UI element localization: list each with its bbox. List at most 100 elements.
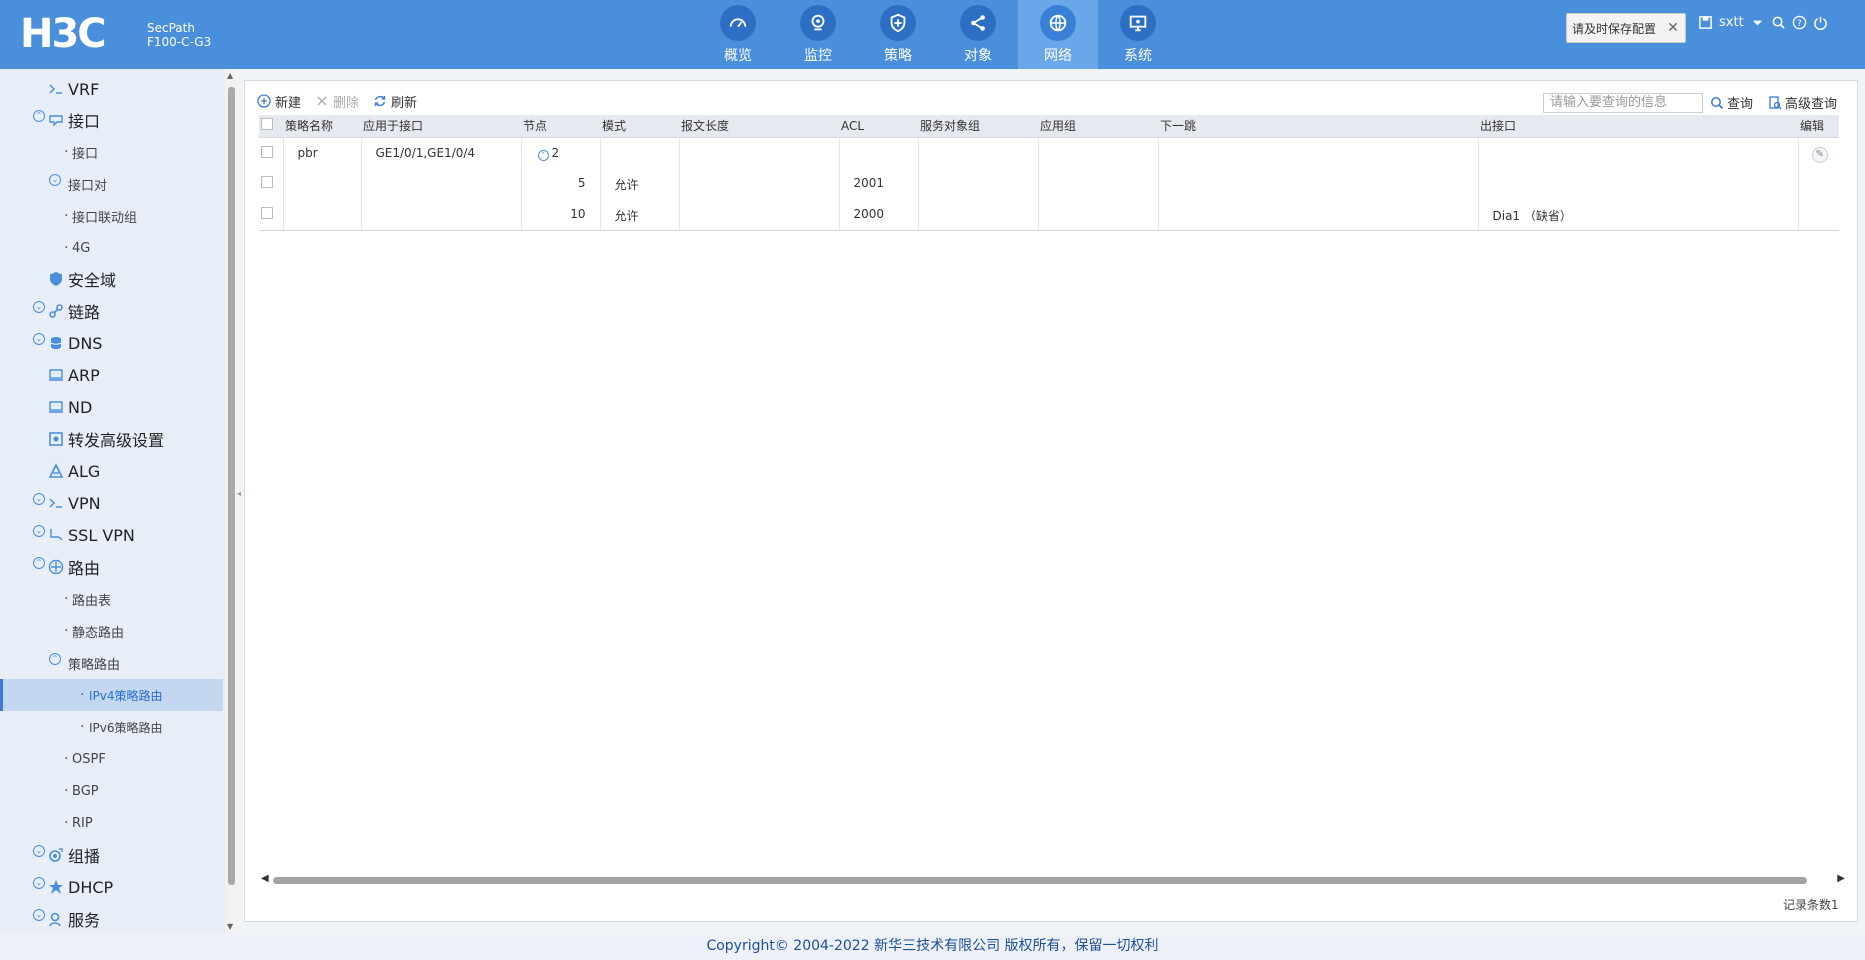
row-checkbox[interactable] — [259, 199, 284, 231]
sidebar-item-label: 安全域 — [68, 271, 117, 290]
sidebar-item-4g[interactable]: · 4G — [0, 232, 223, 264]
edit-icon[interactable]: ✎ — [1811, 146, 1828, 163]
sidebar-item-vrf[interactable]: VRF — [0, 73, 223, 105]
nav-object[interactable]: 对象 — [938, 0, 1018, 69]
sidebar-item-link[interactable]: ⌄ 链路 — [0, 295, 223, 327]
username[interactable]: sxtt — [1719, 15, 1744, 30]
save-icon[interactable] — [1698, 15, 1713, 30]
sidebar-item-interface-pair[interactable]: ⌄ 接口对 — [0, 168, 223, 200]
sidebar-item-interface-group[interactable]: · 接口联动组 — [0, 200, 223, 232]
cell-length — [679, 199, 840, 231]
row-checkbox[interactable] — [259, 137, 284, 168]
chevron-down-icon[interactable] — [1750, 15, 1765, 30]
advanced-search-button[interactable]: 高级查询 — [1768, 93, 1837, 112]
sidebar-item-ipv6-pbr[interactable]: · IPv6策略路由 — [0, 711, 223, 743]
sidebar-item-ospf[interactable]: · OSPF — [0, 743, 223, 775]
scrollbar-thumb[interactable] — [273, 877, 1807, 884]
col-mode[interactable]: 模式 — [600, 115, 679, 138]
nav-overview[interactable]: 概览 — [698, 0, 778, 69]
sidebar-item-dns[interactable]: ⌄ DNS — [0, 327, 223, 359]
select-all-checkbox[interactable] — [259, 115, 283, 138]
scroll-left-icon[interactable]: ◀ — [261, 873, 269, 884]
sidebar-item-routing[interactable]: ⌃ 路由 — [0, 551, 223, 583]
scroll-down-icon[interactable]: ▼ — [227, 922, 233, 931]
vpn-icon — [49, 498, 62, 508]
expand-icon[interactable]: ⌄ — [33, 301, 45, 313]
table-row[interactable]: pbr GE1/0/1,GE1/0/4 ⌃ 2 ✎ — [259, 137, 1839, 168]
sidebar-item-arp[interactable]: ARP — [0, 359, 223, 391]
search-button[interactable]: 查询 — [1710, 93, 1753, 112]
row-checkbox[interactable] — [259, 168, 284, 199]
collapse-icon[interactable]: ⌃ — [49, 653, 61, 665]
new-button[interactable]: 新建 — [257, 92, 301, 111]
help-icon[interactable]: ? — [1792, 15, 1807, 30]
sidebar-item-label: IPv6策略路由 — [89, 720, 163, 735]
scroll-up-icon[interactable]: ▲ — [227, 71, 233, 80]
expand-icon[interactable]: ⌄ — [33, 493, 45, 505]
sidebar-item-static-route[interactable]: · 静态路由 — [0, 615, 223, 647]
collapse-icon[interactable]: ⌃ — [33, 110, 45, 122]
expand-icon[interactable]: ⌄ — [33, 525, 45, 537]
sidebar-scrollbar[interactable]: ▲ ▼ — [225, 69, 237, 933]
expand-icon[interactable]: ⌄ — [49, 174, 61, 186]
ssl-vpn-icon — [50, 529, 63, 541]
sidebar-item-policy-route[interactable]: ⌃ 策略路由 — [0, 647, 223, 679]
sidebar-item-route-table[interactable]: · 路由表 — [0, 583, 223, 615]
bullet-icon: · — [64, 591, 69, 607]
col-interface[interactable]: 应用于接口 — [361, 115, 521, 138]
sidebar-item-multicast[interactable]: ⌄ 组播 — [0, 839, 223, 871]
sidebar-item-rip[interactable]: · RIP — [0, 807, 223, 839]
sidebar-item-dhcp[interactable]: ⌄ DHCP — [0, 871, 223, 903]
collapse-icon[interactable]: ⌃ — [33, 557, 45, 569]
cell-edit: ✎ — [1798, 137, 1839, 168]
col-out-interface[interactable]: 出接口 — [1478, 115, 1798, 138]
search-input[interactable]: 请输入要查询的信息 — [1543, 93, 1703, 113]
expand-icon[interactable]: ⌄ — [33, 845, 45, 857]
collapse-arrow-icon[interactable]: ◂ — [237, 489, 241, 498]
delete-button[interactable]: 删除 — [315, 92, 359, 111]
col-acl[interactable]: ACL — [839, 115, 918, 138]
col-app-group[interactable]: 应用组 — [1038, 115, 1158, 138]
nav-system[interactable]: 系统 — [1098, 0, 1178, 69]
expand-icon[interactable]: ⌄ — [33, 877, 45, 889]
col-length[interactable]: 报文长度 — [679, 115, 839, 138]
col-policy-name[interactable]: 策略名称 — [283, 115, 361, 138]
sidebar-item-bgp[interactable]: · BGP — [0, 775, 223, 807]
top-header: H3C SecPath F100-C-G3 概览 监控 策略 对象 网络 系统 … — [0, 0, 1865, 69]
sidebar-item-service[interactable]: ⌄ 服务 — [0, 903, 223, 933]
sidebar-item-ssl-vpn[interactable]: ⌄ SSL VPN — [0, 519, 223, 551]
col-node[interactable]: 节点 — [521, 115, 600, 138]
plus-circle-icon — [257, 94, 271, 108]
col-service-group[interactable]: 服务对象组 — [918, 115, 1038, 138]
sidebar-item-ipv4-pbr[interactable]: · IPv4策略路由 — [0, 679, 223, 711]
close-icon[interactable]: ✕ — [1665, 20, 1681, 36]
sidebar-item-nd[interactable]: ND — [0, 391, 223, 423]
sidebar-item-forwarding-advanced[interactable]: 转发高级设置 — [0, 423, 223, 455]
sidebar-item-alg[interactable]: ALG — [0, 455, 223, 487]
nav-policy[interactable]: 策略 — [858, 0, 938, 69]
collapse-icon[interactable]: ⌃ — [537, 149, 549, 161]
horizontal-scrollbar[interactable]: ◀ ▶ — [259, 873, 1847, 887]
cell-acl: 2000 — [839, 199, 919, 231]
table-row[interactable]: 10 允许 2000 Dia1 （缺省） — [259, 199, 1839, 231]
logout-icon[interactable] — [1813, 15, 1828, 30]
settings-icon — [49, 432, 63, 446]
scrollbar-thumb[interactable] — [228, 87, 235, 885]
search-icon[interactable] — [1771, 15, 1786, 30]
panel-splitter[interactable]: ◂ — [237, 69, 243, 933]
expand-icon[interactable]: ⌄ — [33, 909, 45, 921]
nav-network[interactable]: 网络 — [1018, 0, 1098, 69]
sidebar-item-security-zone[interactable]: 安全域 — [0, 263, 223, 295]
sidebar-item-vpn[interactable]: ⌄ VPN — [0, 487, 223, 519]
scroll-right-icon[interactable]: ▶ — [1837, 873, 1845, 884]
sidebar-item-interface[interactable]: ⌃ 接口 — [0, 104, 223, 136]
col-next-hop[interactable]: 下一跳 — [1158, 115, 1478, 138]
refresh-button[interactable]: 刷新 — [373, 92, 417, 111]
table-row[interactable]: 5 允许 2001 — [259, 168, 1839, 199]
cell-out — [1478, 137, 1799, 168]
copyright-footer: Copyright© 2004-2022 新华三技术有限公司 版权所有，保留一切… — [0, 933, 1865, 960]
expand-icon[interactable]: ⌄ — [33, 333, 45, 345]
shield-icon — [880, 5, 916, 41]
sidebar-item-interface-sub[interactable]: · 接口 — [0, 136, 223, 168]
nav-monitor[interactable]: 监控 — [778, 0, 858, 69]
